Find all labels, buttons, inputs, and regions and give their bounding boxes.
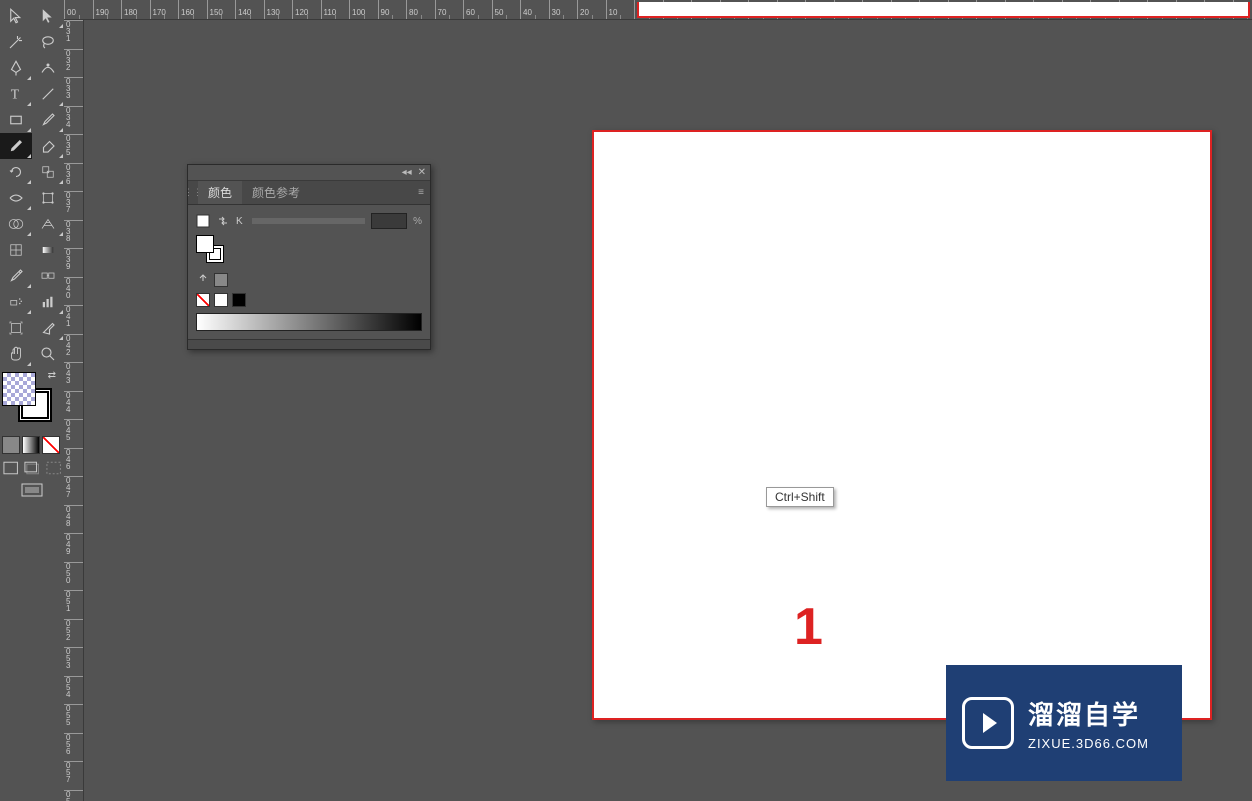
blend-tool[interactable] [32, 263, 64, 289]
color-mode-gradient[interactable] [22, 436, 40, 454]
pen-tool[interactable] [0, 55, 32, 81]
draw-normal-icon[interactable] [2, 460, 19, 476]
panel-header[interactable]: ◂◂ ✕ [188, 165, 430, 181]
canvas-text-1: 1 [794, 597, 823, 657]
mesh-tool[interactable] [0, 237, 32, 263]
watermark-title: 溜溜自学 [1028, 695, 1149, 732]
slice-tool[interactable] [32, 315, 64, 341]
shape-builder-tool[interactable] [0, 211, 32, 237]
direct-selection-tool[interactable] [32, 3, 64, 29]
panel-collapse-icon[interactable]: ◂◂ [402, 167, 412, 178]
fill-stroke-indicator[interactable]: ⇄ [2, 372, 52, 422]
artboard-strip [637, 2, 1250, 18]
symbol-sprayer-tool[interactable] [0, 289, 32, 315]
line-segment-tool[interactable] [32, 81, 64, 107]
perspective-grid-tool[interactable] [32, 211, 64, 237]
swap-icon[interactable] [216, 214, 230, 228]
tint-icon[interactable] [196, 273, 210, 287]
magic-wand-tool[interactable] [0, 29, 32, 55]
grayscale-spectrum[interactable] [196, 313, 422, 331]
panel-close-icon[interactable]: ✕ [418, 167, 426, 178]
k-value-input[interactable] [371, 213, 407, 229]
selection-tool[interactable] [0, 3, 32, 29]
screen-mode-icon[interactable] [20, 482, 44, 500]
lasso-tool[interactable] [32, 29, 64, 55]
artboard-1[interactable]: 1 Ctrl+Shift [592, 130, 1212, 720]
artboard-tool[interactable] [0, 315, 32, 341]
swap-fill-stroke-icon[interactable]: ⇄ [48, 370, 56, 381]
watermark-subtitle: ZIXUE.3D66.COM [1028, 736, 1149, 751]
panel-grip-icon[interactable]: ⋮⋮ [188, 187, 198, 198]
k-slider[interactable] [252, 218, 365, 224]
paintbrush-tool[interactable] [32, 107, 64, 133]
fill-swatch[interactable] [2, 372, 36, 406]
scale-tool[interactable] [32, 159, 64, 185]
fill-toggle-icon[interactable] [196, 214, 210, 228]
watermark-play-icon [962, 697, 1014, 749]
gradient-tool[interactable] [32, 237, 64, 263]
vertical-ruler: 0310320330340350360370380390400410420430… [64, 20, 84, 801]
tab-color[interactable]: 颜色 [198, 181, 242, 204]
rectangle-tool[interactable] [0, 107, 32, 133]
eraser-tool[interactable] [32, 133, 64, 159]
toolbar: T [0, 3, 64, 367]
hand-tool[interactable] [0, 341, 32, 367]
curvature-tool[interactable] [32, 55, 64, 81]
pencil-tool[interactable] [0, 133, 32, 159]
free-transform-tool[interactable] [32, 185, 64, 211]
column-graph-tool[interactable] [32, 289, 64, 315]
width-tool[interactable] [0, 185, 32, 211]
draw-inside-icon[interactable] [45, 460, 62, 476]
panel-fill-stroke[interactable] [196, 235, 224, 263]
color-mode-solid[interactable] [2, 436, 20, 454]
swatch-none[interactable] [196, 293, 210, 307]
percent-label: % [413, 216, 422, 227]
zoom-tool[interactable] [32, 341, 64, 367]
color-mode-none[interactable] [42, 436, 60, 454]
shortcut-tooltip: Ctrl+Shift [766, 487, 834, 507]
swatch-black[interactable] [232, 293, 246, 307]
draw-behind-icon[interactable] [23, 460, 40, 476]
panel-resize-grip[interactable] [188, 339, 430, 349]
color-panel[interactable]: ◂◂ ✕ ⋮⋮ 颜色 颜色参考 ≡ K % [187, 164, 431, 350]
panel-tabs: ⋮⋮ 颜色 颜色参考 ≡ [188, 181, 430, 205]
swatch-white[interactable] [214, 293, 228, 307]
watermark: 溜溜自学 ZIXUE.3D66.COM [946, 665, 1182, 781]
panel-body: K % [188, 205, 430, 339]
color-section: ⇄ [0, 370, 64, 502]
swatch-grey[interactable] [214, 273, 228, 287]
rotate-tool[interactable] [0, 159, 32, 185]
eyedropper-tool[interactable] [0, 263, 32, 289]
type-tool[interactable]: T [0, 81, 32, 107]
panel-menu-icon[interactable]: ≡ [412, 187, 430, 198]
k-slider-label: K [236, 216, 246, 227]
tab-color-guide[interactable]: 颜色参考 [242, 181, 310, 204]
svg-text:T: T [11, 87, 20, 102]
